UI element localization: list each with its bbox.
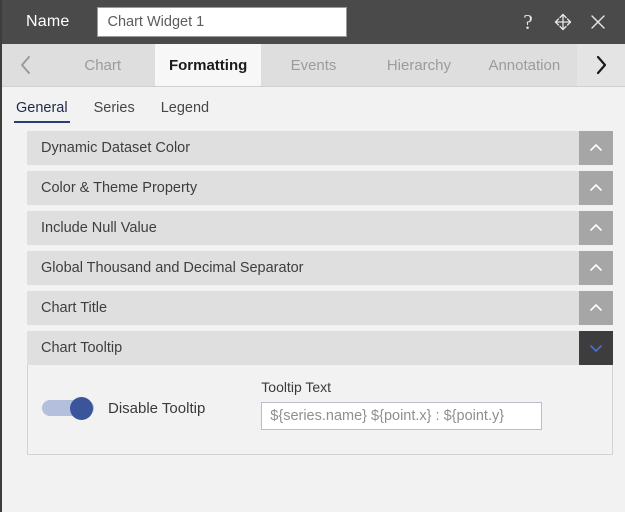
toggle-thumb [70,397,93,420]
widget-properties-panel: Name Chart Widget 1 ? Chart Formatting E… [0,0,625,512]
tab-list: Chart Formatting Events Hierarchy Annota… [50,44,578,86]
tab-events[interactable]: Events [260,44,367,86]
accordion-title: Chart Title [41,300,108,316]
subtab-series[interactable]: Series [92,100,137,123]
tooltip-text-input[interactable]: ${series.name} ${point.x} : ${point.y} [261,402,543,430]
accordion-item-chart-title: Chart Title [27,291,613,325]
tab-hierarchy[interactable]: Hierarchy [366,44,472,86]
accordion-header[interactable]: Include Null Value [27,211,613,245]
chevron-right-icon[interactable] [577,44,625,86]
tab-annotation[interactable]: Annotation [471,44,578,86]
accordion-header[interactable]: Dynamic Dataset Color [27,131,613,165]
move-arrows-icon[interactable] [552,11,574,33]
disable-tooltip-group: Disable Tooltip [28,379,206,420]
accordion-title: Include Null Value [41,220,157,236]
name-label: Name [26,13,70,30]
subtab-legend[interactable]: Legend [159,100,211,123]
disable-tooltip-label: Disable Tooltip [108,399,206,417]
tooltip-text-group: Tooltip Text ${series.name} ${point.x} :… [261,379,543,430]
help-icon[interactable]: ? [517,11,539,33]
accordion-header[interactable]: Chart Title [27,291,613,325]
accordion-title: Dynamic Dataset Color [41,140,191,156]
chevron-up-icon[interactable] [579,211,613,245]
accordion-header[interactable]: Color & Theme Property [27,171,613,205]
chevron-left-icon[interactable] [2,44,50,86]
accordion-title: Global Thousand and Decimal Separator [41,260,304,276]
accordion-item-dynamic-dataset-color: Dynamic Dataset Color [27,131,613,165]
disable-tooltip-toggle[interactable] [42,397,94,420]
accordion-header[interactable]: Global Thousand and Decimal Separator [27,251,613,285]
subtab-general[interactable]: General [14,100,70,123]
accordion-item-color-theme-property: Color & Theme Property [27,171,613,205]
accordion-item-global-thousand-decimal-separator: Global Thousand and Decimal Separator [27,251,613,285]
chevron-up-icon[interactable] [579,291,613,325]
titlebar: Name Chart Widget 1 ? [2,0,625,44]
accordion-title: Chart Tooltip [41,340,123,356]
accordion-header[interactable]: Chart Tooltip [27,331,613,365]
titlebar-actions: ? [517,11,615,33]
accordion-item-include-null-value: Include Null Value [27,211,613,245]
tab-strip: Chart Formatting Events Hierarchy Annota… [2,44,625,87]
chevron-down-icon[interactable] [579,331,613,365]
close-icon[interactable] [587,11,609,33]
accordion-title: Color & Theme Property [41,180,198,196]
tab-formatting[interactable]: Formatting [155,44,261,86]
sub-tab-list: General Series Legend [2,87,625,123]
tab-chart[interactable]: Chart [50,44,156,86]
formatting-accordion: Dynamic Dataset Color Color & Theme Prop… [2,123,625,455]
chevron-up-icon[interactable] [579,171,613,205]
chart-tooltip-panel: Disable Tooltip Tooltip Text ${series.na… [27,365,613,455]
chevron-up-icon[interactable] [579,251,613,285]
accordion-item-chart-tooltip: Chart Tooltip Disable Tooltip Tooltip Te… [27,331,613,455]
widget-name-input[interactable]: Chart Widget 1 [97,7,348,37]
tooltip-text-label: Tooltip Text [261,379,332,395]
chevron-up-icon[interactable] [579,131,613,165]
